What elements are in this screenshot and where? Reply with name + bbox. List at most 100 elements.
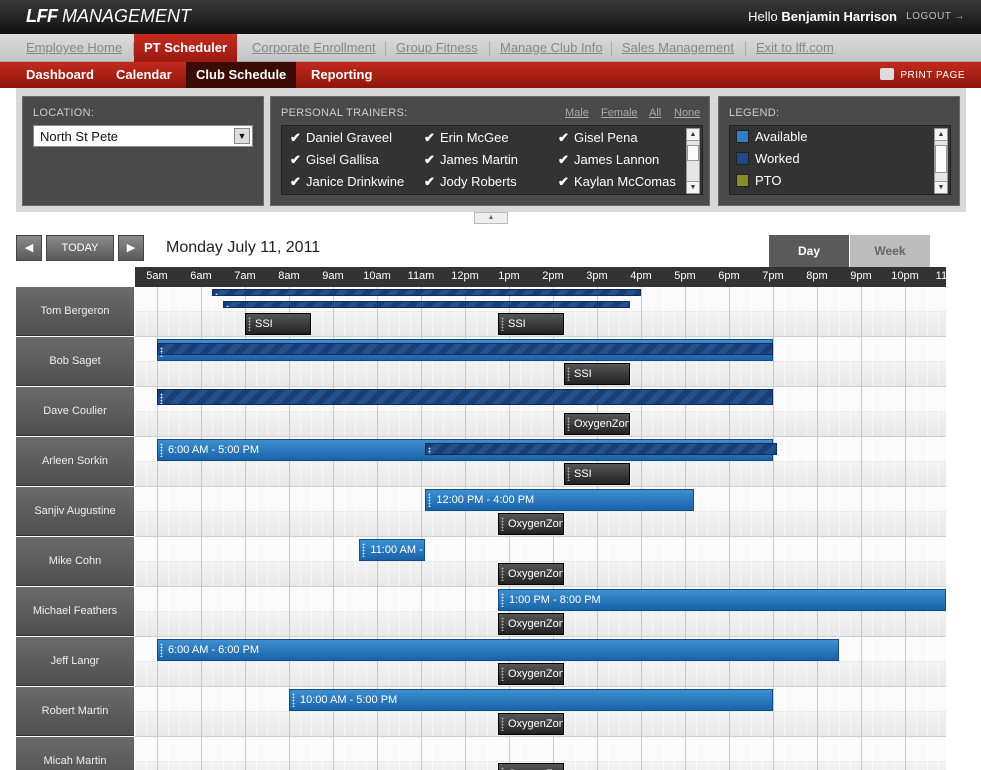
class-block[interactable]: SSI: [564, 363, 630, 385]
chevron-down-icon[interactable]: ▼: [234, 128, 250, 144]
tab-dashboard[interactable]: Dashboard: [16, 62, 104, 88]
trainer-checkbox[interactable]: ✔ Janice Drinkwine: [290, 174, 404, 190]
trainer-row-label[interactable]: Mike Cohn: [16, 537, 134, 586]
next-day-button[interactable]: ▶: [118, 235, 144, 261]
legend-scrollbar[interactable]: ▲ ▼: [934, 128, 948, 194]
trainer-row-label[interactable]: Michael Feathers: [16, 587, 134, 636]
time-cells[interactable]: 11:00 AM - 12:00 PM OxygenZone: [135, 537, 946, 587]
hour-gridline: [729, 737, 730, 770]
nav-employee-home[interactable]: Employee Home: [26, 40, 122, 55]
filter-female-link[interactable]: Female: [601, 107, 638, 119]
filter-none-link[interactable]: None: [674, 107, 700, 119]
class-block[interactable]: SSI: [564, 463, 630, 485]
nav-group-fitness[interactable]: Group Fitness: [396, 40, 478, 55]
worked-block[interactable]: [223, 301, 630, 308]
tab-calendar[interactable]: Calendar: [106, 62, 182, 88]
nav-corporate-enrollment[interactable]: Corporate Enrollment: [252, 40, 376, 55]
time-cells[interactable]: SSI: [135, 337, 946, 387]
worked-block[interactable]: [212, 289, 641, 296]
trainer-row-label[interactable]: Sanjiv Augustine: [16, 487, 134, 536]
available-block[interactable]: 11:00 AM - 12:00 PM: [359, 539, 426, 561]
trainer-row-label[interactable]: Tom Bergeron: [16, 287, 134, 336]
scroll-down-icon[interactable]: ▼: [687, 181, 699, 193]
legend-item-pto: PTO: [736, 173, 782, 188]
available-block[interactable]: 10:00 AM - 5:00 PM: [289, 689, 773, 711]
class-block[interactable]: SSI: [245, 313, 311, 335]
time-cells[interactable]: OxygenZone: [135, 387, 946, 437]
class-block[interactable]: OxygenZone: [498, 613, 564, 635]
hour-label: 11pm: [935, 270, 946, 282]
time-cells[interactable]: 12:00 PM - 4:00 PMOxygenZone: [135, 487, 946, 537]
hour-gridline: [245, 737, 246, 770]
time-cells[interactable]: 10:00 AM - 5:00 PMOxygenZone: [135, 687, 946, 737]
time-cells[interactable]: OxygenZone: [135, 737, 946, 770]
trainer-name: James Lannon: [574, 152, 660, 167]
trainer-row-label[interactable]: Dave Coulier: [16, 387, 134, 436]
trainer-row-label[interactable]: Bob Saget: [16, 337, 134, 386]
trainer-checkbox[interactable]: ✔ Erin McGee: [424, 130, 509, 146]
time-cells[interactable]: SSI SSI: [135, 287, 946, 337]
logout-button[interactable]: LOGOUT →: [906, 11, 965, 22]
location-select[interactable]: North St Pete ▼: [33, 125, 253, 147]
trainer-checkbox[interactable]: ✔ Gisel Gallisa: [290, 152, 379, 168]
check-icon: ✔: [290, 174, 301, 189]
trainer-checkbox[interactable]: ✔ Kaylan McComas: [558, 174, 676, 190]
nav-exit[interactable]: Exit to lff.com: [756, 40, 834, 55]
trainer-checkbox[interactable]: ✔ Daniel Graveel: [290, 130, 392, 146]
available-block[interactable]: 6:00 AM - 6:00 PM: [157, 639, 839, 661]
worked-block[interactable]: [425, 443, 778, 455]
hour-gridline: [201, 537, 202, 587]
tab-reporting[interactable]: Reporting: [301, 62, 382, 88]
filter-male-link[interactable]: Male: [565, 107, 589, 119]
trainer-row-label[interactable]: Arleen Sorkin: [16, 437, 134, 486]
hour-label: 9pm: [850, 270, 872, 282]
hour-gridline: [245, 487, 246, 537]
hour-gridline: [773, 287, 774, 337]
today-button[interactable]: TODAY: [46, 235, 114, 261]
available-block[interactable]: 12:00 PM - 4:00 PM: [425, 489, 694, 511]
class-block[interactable]: OxygenZone: [498, 713, 564, 735]
nav-pt-scheduler[interactable]: PT Scheduler: [134, 34, 238, 62]
class-block[interactable]: OxygenZone: [498, 513, 564, 535]
trainer-name: Erin McGee: [440, 130, 509, 145]
worked-block[interactable]: [157, 389, 773, 405]
class-block[interactable]: OxygenZone: [498, 763, 564, 770]
tab-club-schedule[interactable]: Club Schedule: [186, 62, 297, 88]
trainer-checkbox[interactable]: ✔ Jody Roberts: [424, 174, 517, 190]
trainer-checkbox[interactable]: ✔ James Martin: [424, 152, 518, 168]
app-logo[interactable]: LFF MANAGEMENT: [26, 6, 191, 27]
class-block[interactable]: OxygenZone: [498, 663, 564, 685]
scroll-up-icon[interactable]: ▲: [687, 129, 699, 141]
tab-day-view[interactable]: Day: [769, 235, 849, 267]
trainer-checkbox[interactable]: ✔ Gisel Pena: [558, 130, 638, 146]
worked-block[interactable]: [157, 343, 773, 355]
hour-gridline: [729, 287, 730, 337]
class-block[interactable]: OxygenZone: [498, 563, 564, 585]
nav-manage-club-info[interactable]: Manage Club Info: [500, 40, 603, 55]
scroll-thumb[interactable]: [687, 145, 699, 161]
check-icon: ✔: [424, 174, 435, 189]
class-block[interactable]: SSI: [498, 313, 564, 335]
time-cells[interactable]: 1:00 PM - 8:00 PMOxygenZone: [135, 587, 946, 637]
trainer-name: James Martin: [440, 152, 519, 167]
available-block[interactable]: 1:00 PM - 8:00 PM: [498, 589, 946, 611]
trainers-scrollbar[interactable]: ▲ ▼: [686, 128, 700, 194]
print-page-button[interactable]: PRINT PAGE: [880, 68, 965, 81]
prev-day-button[interactable]: ◀: [16, 235, 42, 261]
time-cells[interactable]: 6:00 AM - 5:00 PM SSI: [135, 437, 946, 487]
trainer-row-label[interactable]: Jeff Langr: [16, 637, 134, 686]
collapse-filters-button[interactable]: ▲: [474, 212, 508, 224]
check-icon: ✔: [290, 130, 301, 145]
nav-sales-management[interactable]: Sales Management: [622, 40, 734, 55]
trainer-row-label[interactable]: Robert Martin: [16, 687, 134, 736]
filter-all-link[interactable]: All: [649, 107, 661, 119]
time-cells[interactable]: 6:00 AM - 6:00 PMOxygenZone: [135, 637, 946, 687]
trainer-row-label[interactable]: Micah Martin: [16, 737, 134, 770]
scroll-down-icon[interactable]: ▼: [935, 181, 947, 193]
hour-gridline: [817, 687, 818, 737]
tab-week-view[interactable]: Week: [850, 235, 930, 267]
scroll-up-icon[interactable]: ▲: [935, 129, 947, 141]
scroll-thumb[interactable]: [935, 145, 947, 173]
trainer-checkbox[interactable]: ✔ James Lannon: [558, 152, 659, 168]
class-block[interactable]: OxygenZone: [564, 413, 630, 435]
